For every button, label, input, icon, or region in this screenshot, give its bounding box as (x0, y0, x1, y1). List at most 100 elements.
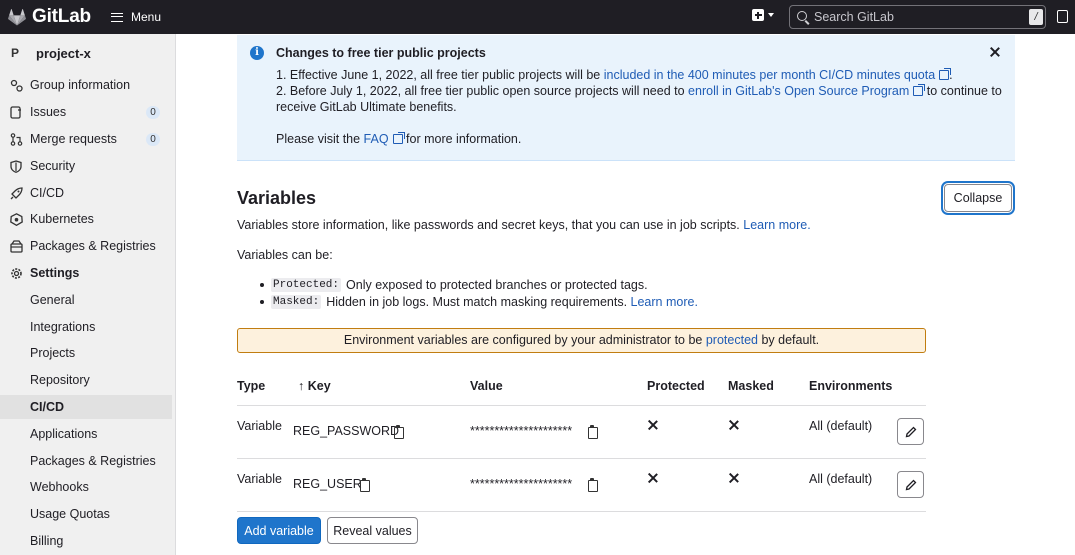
sidebar-item-label: Issues (30, 105, 67, 119)
minutes-quota-link[interactable]: included in the 400 minutes per month CI… (603, 68, 952, 82)
sidebar-subitem-usage-quotas[interactable]: Usage Quotas (0, 502, 172, 526)
new-dropdown-button[interactable] (752, 9, 774, 21)
protected-code: Protected: (271, 278, 342, 292)
external-link-icon (913, 84, 926, 96)
faq-link[interactable]: FAQ (364, 132, 405, 146)
masked-false-icon (729, 473, 739, 483)
todo-icon[interactable] (1057, 10, 1068, 23)
brand-name: GitLab (32, 6, 91, 27)
copy-value-icon[interactable] (588, 478, 598, 492)
issues-icon (9, 105, 23, 119)
pencil-icon (905, 479, 916, 490)
sidebar-subitem-applications[interactable]: Applications (0, 422, 172, 446)
sidebar-subitem-projects[interactable]: Projects (0, 341, 172, 365)
bullet-dot (260, 283, 264, 287)
bullet-protected: Protected: Only exposed to protected bra… (260, 278, 648, 292)
banner-line-2-suffix: to continue to (923, 84, 1002, 98)
protected-description: Only exposed to protected branches or pr… (346, 278, 648, 292)
table-divider (237, 405, 926, 406)
sidebar-item-settings[interactable]: Settings (0, 261, 172, 285)
sidebar-subitem-ci-cd[interactable]: CI/CD (0, 395, 172, 419)
row-type: Variable (237, 419, 282, 433)
column-header-key[interactable]: ↑ Key (298, 379, 331, 393)
faq-suffix: for more information. (402, 132, 522, 146)
masking-learn-more-link[interactable]: Learn more. (631, 295, 698, 309)
row-value: ********************* (470, 424, 573, 438)
sidebar-item-label: Kubernetes (30, 212, 94, 226)
menu-label: Menu (130, 10, 161, 24)
edit-variable-button[interactable] (897, 418, 924, 445)
sidebar-subitem-repository[interactable]: Repository (0, 368, 172, 392)
banner-line-1-text: 1. Effective June 1, 2022, all free tier… (276, 68, 604, 82)
sidebar-item-label: Security (30, 159, 76, 173)
protected-false-icon (648, 473, 658, 483)
close-icon (989, 46, 1001, 58)
sidebar-item-group-information[interactable]: Group information (0, 73, 172, 97)
banner-title: Changes to free tier public projects (276, 46, 486, 60)
copy-key-icon[interactable] (360, 478, 370, 492)
project-header[interactable]: P project-x (0, 42, 176, 64)
banner-close-button[interactable] (989, 46, 1001, 58)
copy-value-icon[interactable] (588, 425, 598, 439)
sidebar-item-kubernetes[interactable]: Kubernetes (0, 207, 172, 231)
open-source-program-link[interactable]: enroll in GitLab's Open Source Program (688, 84, 926, 98)
menu-button[interactable]: Menu (110, 10, 161, 24)
protected-false-icon (648, 420, 658, 430)
variables-description-text: Variables store information, like passwo… (237, 218, 744, 232)
row-environments: All (default) (809, 472, 873, 486)
banner-line-1: 1. Effective June 1, 2022, all free tier… (276, 67, 953, 83)
row-key: REG_PASSWORD (293, 424, 400, 438)
sidebar-subitem-integrations[interactable]: Integrations (0, 315, 172, 339)
sidebar-item-label: Packages & Registries (30, 239, 156, 253)
column-header-protected: Protected (647, 379, 705, 393)
row-value: ********************* (470, 477, 573, 491)
plus-square-icon (752, 9, 764, 21)
hamburger-icon (110, 12, 123, 22)
pencil-icon (905, 426, 916, 437)
sidebar-subitem-billing[interactable]: Billing (0, 529, 172, 553)
external-link-icon (392, 132, 405, 144)
table-divider (237, 458, 926, 459)
banner-line-2: 2. Before July 1, 2022, all free tier pu… (276, 83, 1002, 99)
banner-line-2-text: 2. Before July 1, 2022, all free tier pu… (276, 84, 689, 98)
sidebar-item-label: Merge requests (30, 132, 117, 146)
sidebar-item-issues[interactable]: Issues 0 (0, 100, 172, 124)
variables-heading: Variables (237, 188, 317, 208)
project-avatar: P (10, 46, 19, 60)
kubernetes-icon (9, 212, 23, 226)
sidebar-item-merge-requests[interactable]: Merge requests 0 (0, 127, 172, 151)
edit-variable-button[interactable] (897, 471, 924, 498)
alert-suffix: by default. (757, 333, 820, 347)
reveal-values-button[interactable]: Reveal values (327, 517, 418, 544)
row-environments: All (default) (809, 419, 873, 433)
top-navigation-bar: GitLab Menu Search GitLab / (0, 0, 1075, 34)
add-variable-button[interactable]: Add variable (237, 517, 321, 544)
column-header-type: Type (237, 379, 266, 393)
collapse-button[interactable]: Collapse (944, 184, 1012, 212)
search-icon (796, 10, 810, 24)
sidebar-item-security[interactable]: Security (0, 154, 172, 178)
issues-count-badge: 0 (146, 106, 160, 119)
search-shortcut-key: / (1029, 9, 1043, 25)
column-header-value: Value (470, 379, 503, 393)
sidebar-item-packages-registries[interactable]: Packages & Registries (0, 234, 172, 258)
copy-key-icon[interactable] (394, 425, 404, 439)
project-name: project-x (36, 45, 91, 61)
masked-description: Hidden in job logs. Must match masking r… (326, 295, 631, 309)
free-tier-changes-banner: i Changes to free tier public projects 1… (237, 35, 1015, 161)
sidebar-subitem-packages-registries[interactable]: Packages & Registries (0, 449, 172, 473)
alert-text: Environment variables are configured by … (343, 333, 706, 347)
protected-link[interactable]: protected (706, 333, 758, 347)
info-icon: i (250, 46, 264, 60)
minutes-quota-link-text: included in the 400 minutes per month CI… (603, 68, 936, 82)
sidebar-subitem-webhooks[interactable]: Webhooks (0, 475, 172, 499)
sidebar-subitem-general[interactable]: General (0, 288, 172, 312)
shield-icon (9, 159, 23, 173)
variables-description: Variables store information, like passwo… (237, 218, 811, 232)
search-input[interactable]: Search GitLab / (789, 5, 1046, 29)
sidebar-item-ci-cd[interactable]: CI/CD (0, 181, 172, 205)
external-link-icon (939, 68, 952, 80)
gitlab-logo[interactable]: GitLab (8, 0, 91, 34)
variables-can-be-text: Variables can be: (237, 248, 333, 262)
learn-more-link[interactable]: Learn more. (743, 218, 810, 232)
